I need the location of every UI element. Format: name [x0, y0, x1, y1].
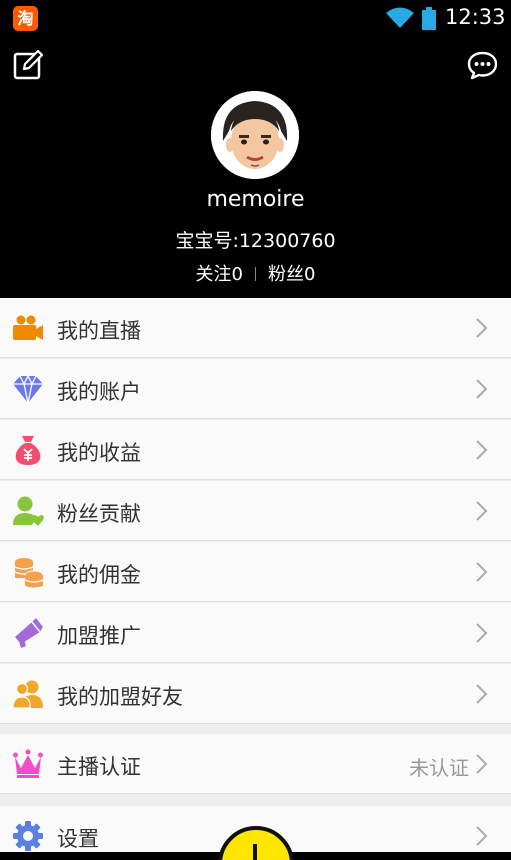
edit-icon[interactable] — [13, 49, 44, 80]
menu-item-my-earnings[interactable]: 我的收益 — [0, 420, 511, 480]
menu-item-label: 粉丝贡献 — [57, 502, 141, 526]
taobao-app-icon: 淘 — [13, 6, 38, 31]
divider — [255, 267, 256, 281]
menu-item-label: 我的佣金 — [57, 563, 141, 587]
chevron-right-icon — [476, 623, 488, 643]
following-count[interactable]: 关注0 — [196, 264, 243, 285]
crown-icon — [13, 749, 43, 778]
chat-icon[interactable] — [467, 51, 498, 80]
username: memoire — [206, 187, 305, 212]
avatar[interactable] — [211, 91, 299, 179]
video-camera-icon — [13, 315, 43, 340]
coins-icon — [14, 558, 44, 588]
battery-icon — [422, 7, 436, 30]
chevron-right-icon — [476, 440, 488, 460]
menu-item-my-live[interactable]: 我的直播 — [0, 298, 511, 358]
menu-item-label: 我的直播 — [57, 319, 141, 343]
menu-item-label: 我的加盟好友 — [57, 685, 183, 709]
user-heart-icon — [13, 496, 44, 526]
menu-item-label: 我的账户 — [57, 380, 141, 404]
menu-item-label: 主播认证 — [57, 755, 141, 779]
menu-item-franchise-friends[interactable]: 我的加盟好友 — [0, 664, 511, 724]
followers-count[interactable]: 粉丝0 — [268, 264, 315, 285]
diamond-icon — [13, 374, 43, 404]
menu-list: 我的直播 我的账户 我的收益 粉丝贡献 我的佣金 加盟推广 我的加盟好友 主播认… — [0, 298, 511, 860]
clock: 12:33 — [445, 5, 506, 29]
profile-header: memoire 宝宝号:12300760 关注0 粉丝0 — [0, 36, 511, 298]
gear-icon — [13, 821, 43, 851]
menu-item-franchise-promotion[interactable]: 加盟推广 — [0, 603, 511, 663]
certification-status: 未认证 — [409, 756, 469, 780]
chevron-right-icon — [476, 754, 488, 774]
status-bar: 淘 12:33 — [0, 0, 511, 36]
menu-item-label: 我的收益 — [57, 441, 141, 465]
avatar-portrait — [211, 91, 299, 179]
chevron-right-icon — [476, 826, 488, 846]
menu-item-label: 加盟推广 — [57, 624, 141, 648]
chevron-right-icon — [476, 562, 488, 582]
chevron-right-icon — [476, 318, 488, 338]
wifi-icon — [386, 7, 414, 28]
menu-item-label: 设置 — [57, 827, 99, 851]
megaphone-icon — [15, 618, 43, 648]
follow-stats: 关注0 粉丝0 — [0, 260, 511, 286]
chevron-right-icon — [476, 501, 488, 521]
money-bag-icon — [15, 436, 41, 465]
menu-item-anchor-certification[interactable]: 主播认证 未认证 — [0, 734, 511, 794]
menu-item-fan-contribution[interactable]: 粉丝贡献 — [0, 481, 511, 541]
center-button-mark — [253, 844, 257, 860]
chevron-right-icon — [476, 379, 488, 399]
menu-item-my-account[interactable]: 我的账户 — [0, 359, 511, 419]
menu-item-my-commission[interactable]: 我的佣金 — [0, 542, 511, 602]
baby-id: 宝宝号:12300760 — [175, 230, 336, 252]
chevron-right-icon — [476, 684, 488, 704]
friends-icon — [12, 680, 43, 709]
